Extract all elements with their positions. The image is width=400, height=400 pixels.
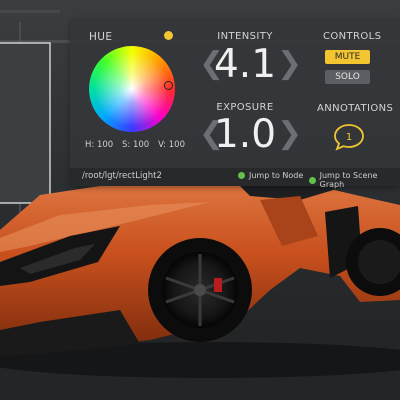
jump-to-scene-graph-link[interactable]: Jump to Scene Graph [309,171,400,189]
hue-color-wheel[interactable] [89,46,175,132]
hue-value: H: 100 [85,140,114,150]
jump-node-icon [238,172,245,179]
intensity-increment-icon[interactable]: ❯ [277,46,302,81]
hue-wheel-saturation-fade [89,46,175,132]
jump-scene-icon [309,176,316,184]
exposure-increment-icon[interactable]: ❯ [277,116,302,151]
light-hud-panel: HUE H: 100 S: 100 V: 100 INTENSITY ❮ 4.1… [70,18,400,189]
solo-button[interactable]: SOLO [325,70,370,84]
brightness-value: V: 100 [158,140,185,150]
hue-status-dot-icon [164,31,173,40]
mute-button[interactable]: MUTE [325,50,370,64]
jump-to-node-link[interactable]: Jump to Node [238,171,303,180]
annotation-count: 1 [346,132,352,143]
speech-bubble-icon[interactable]: 1 [333,123,365,151]
jump-to-scene-graph-label: Jump to Scene Graph [319,171,378,189]
hue-wheel-handle[interactable] [164,81,173,90]
intensity-title: INTENSITY [217,31,273,42]
hsv-readout: H: 100 S: 100 V: 100 [85,140,185,150]
hue-title: HUE [89,31,113,43]
light-path: /root/lgt/rectLight2 [82,171,162,181]
light-path-bar: /root/lgt/rectLight2 Jump to Node Jump t… [70,168,400,189]
saturation-value: S: 100 [122,140,150,150]
controls-title: CONTROLS [323,31,382,42]
jump-to-node-label: Jump to Node [249,171,304,180]
annotations-title: ANNOTATIONS [317,103,394,114]
